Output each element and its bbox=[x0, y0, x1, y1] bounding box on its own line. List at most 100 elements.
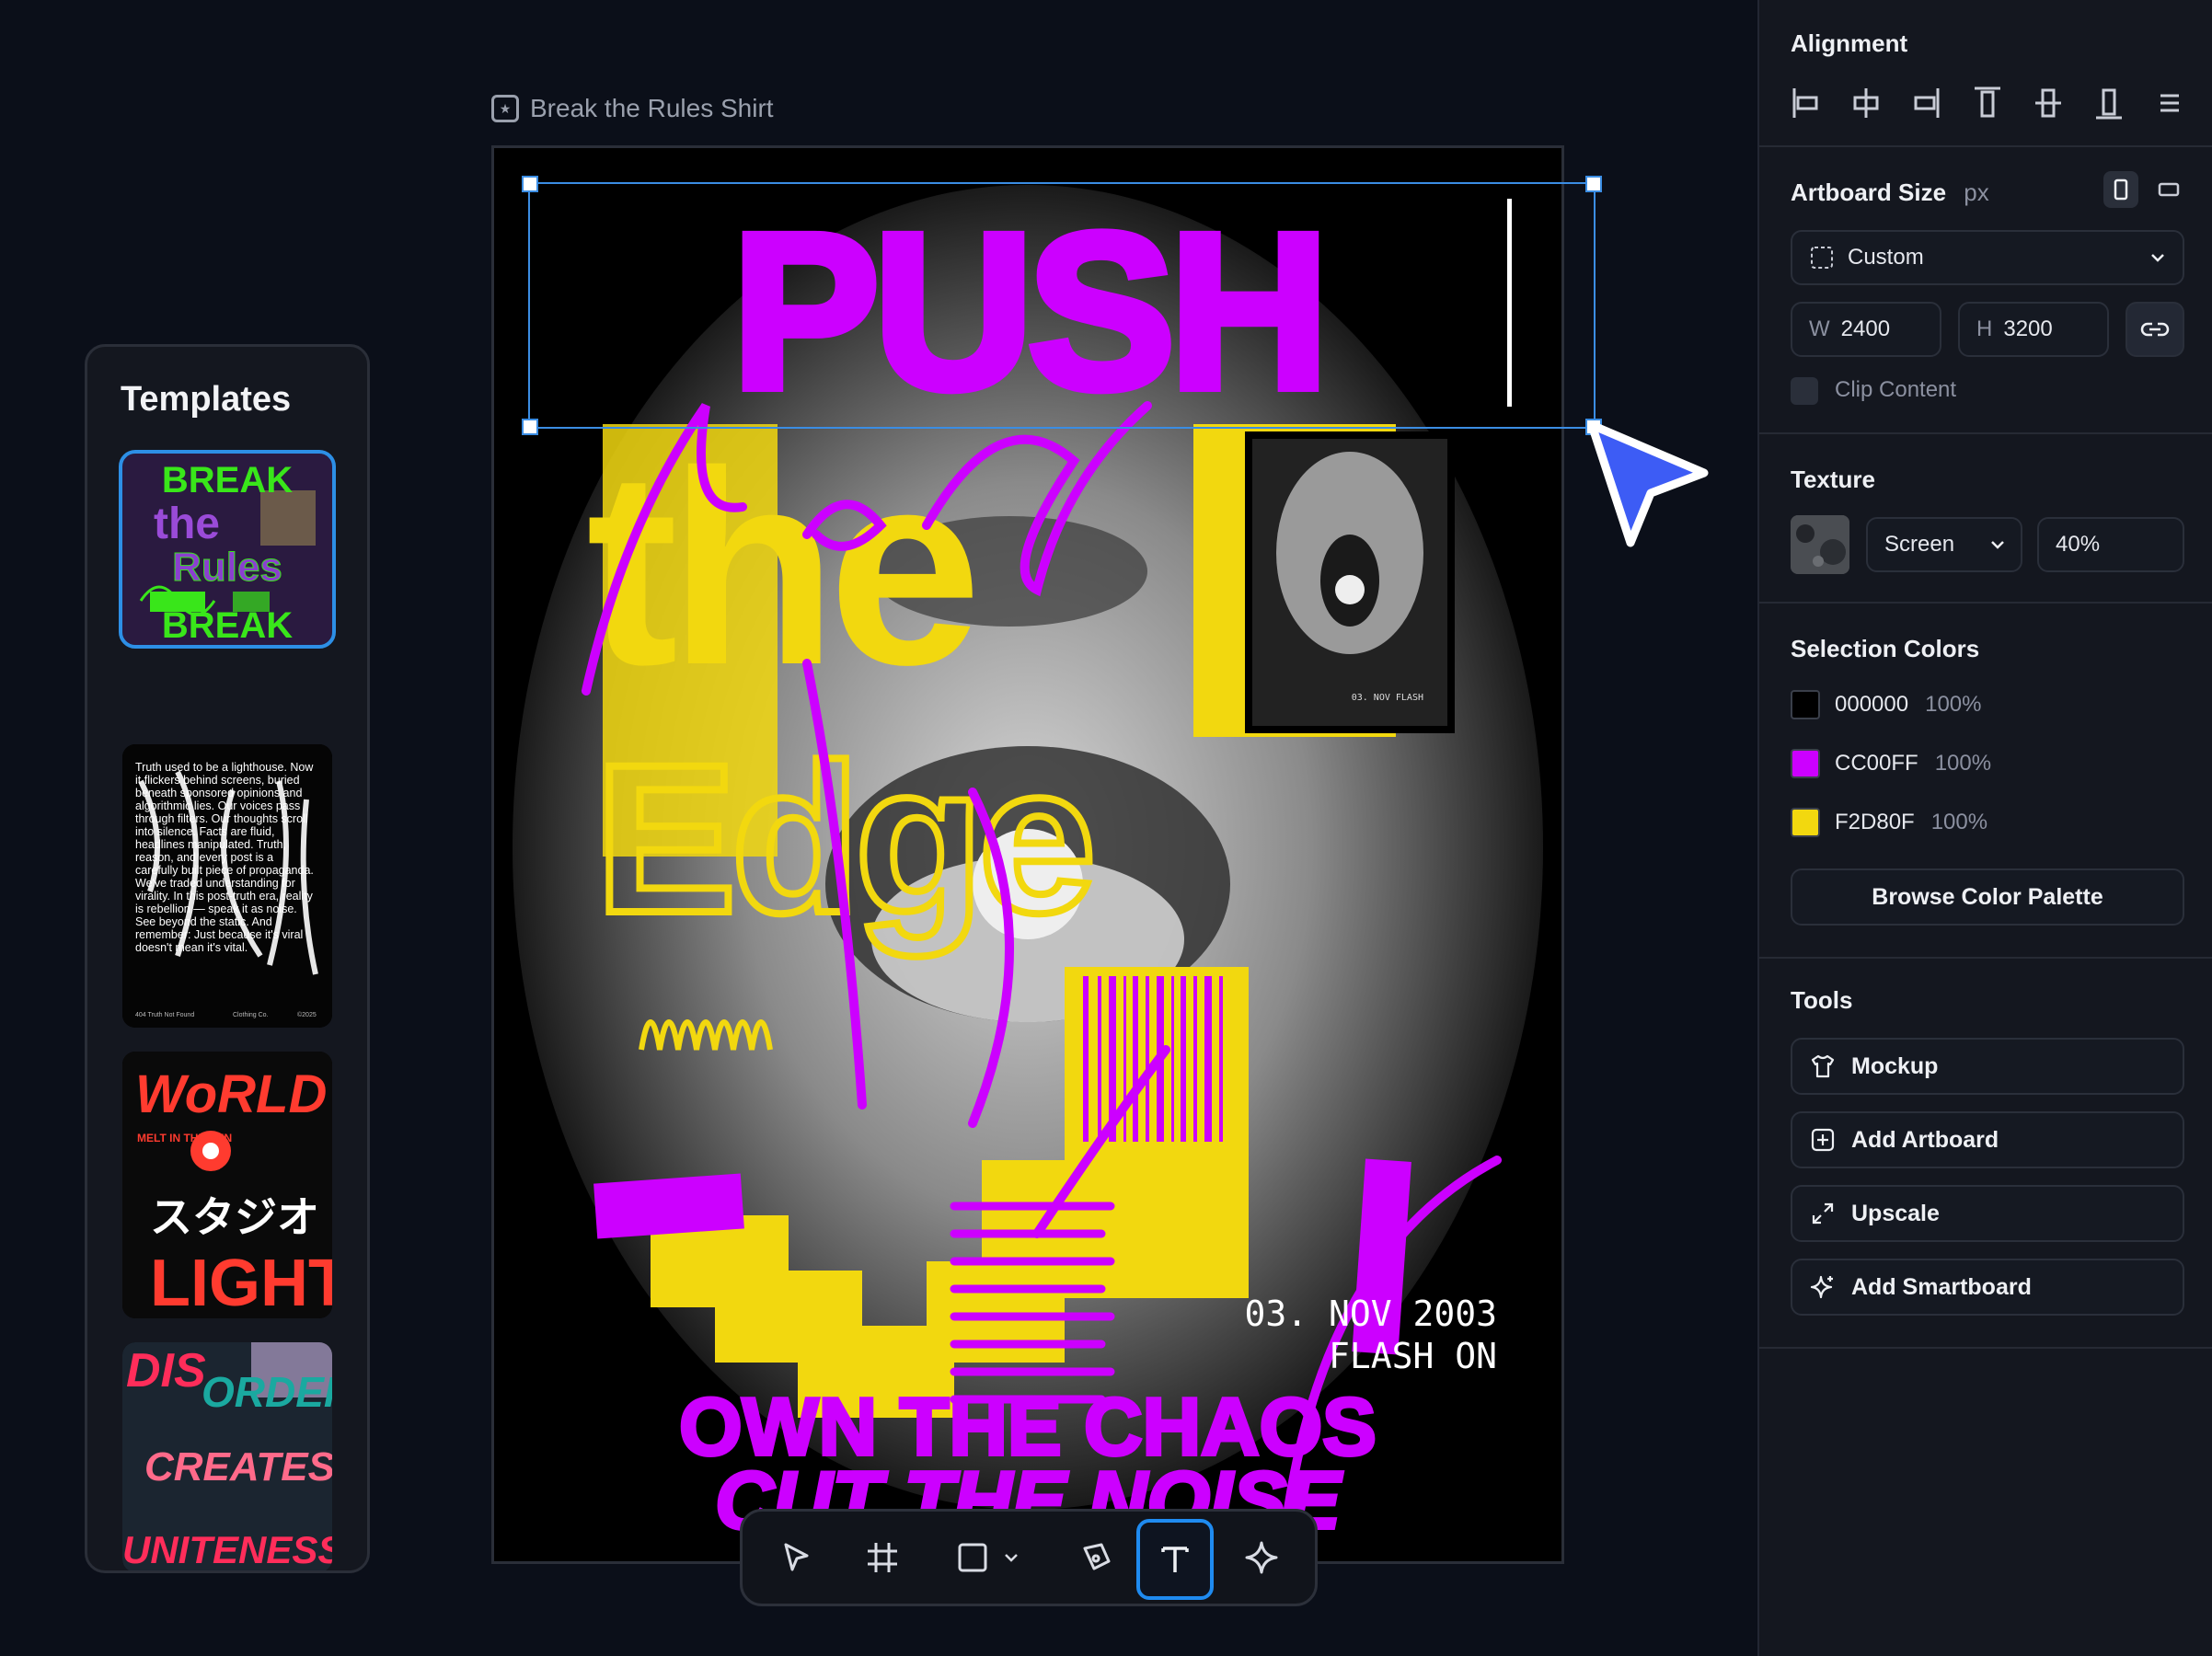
artboard-name: Break the Rules Shirt bbox=[530, 94, 774, 122]
dashed-frame-icon bbox=[1811, 247, 1833, 269]
align-bottom-icon[interactable] bbox=[2094, 85, 2124, 121]
texture-section: Texture Screen 40% bbox=[1759, 432, 2212, 604]
t2-footer-right: ©2025 bbox=[297, 1011, 317, 1018]
color-swatch-black[interactable] bbox=[1791, 690, 1820, 719]
width-field[interactable]: W 2400 bbox=[1791, 302, 1941, 357]
artboard-title[interactable]: ★ Break the Rules Shirt bbox=[491, 94, 774, 123]
color-swatch-yellow[interactable] bbox=[1791, 808, 1820, 837]
clip-content-label: Clip Content bbox=[1835, 377, 1957, 402]
alignment-title: Alignment bbox=[1791, 29, 1908, 57]
chevron-down-icon bbox=[1005, 1554, 1018, 1562]
t2-body: Truth used to be a lighthouse. Now it fl… bbox=[135, 761, 314, 954]
chevron-down-icon bbox=[2151, 254, 2164, 262]
color-row-3[interactable]: F2D80F 100% bbox=[1835, 810, 1987, 835]
t1-mid1: the bbox=[154, 500, 220, 548]
rectangle-icon bbox=[958, 1543, 987, 1572]
constrain-proportions-button[interactable] bbox=[2126, 302, 2184, 357]
mockup-button[interactable]: Mockup bbox=[1791, 1038, 2184, 1095]
pen-icon bbox=[1083, 1543, 1111, 1570]
distribute-icon[interactable] bbox=[2155, 88, 2184, 118]
align-horizontal-center-icon[interactable] bbox=[1851, 85, 1881, 121]
link-icon bbox=[2140, 322, 2170, 337]
blend-mode-select[interactable]: Screen bbox=[1866, 517, 2022, 572]
chevron-down-icon bbox=[1991, 541, 2004, 549]
orientation-portrait-button[interactable] bbox=[2103, 171, 2138, 208]
add-artboard-label: Add Artboard bbox=[1851, 1126, 1999, 1153]
color-hex-2: CC00FF bbox=[1835, 751, 1918, 776]
orientation-landscape-button[interactable] bbox=[2151, 171, 2186, 208]
blend-mode-value: Screen bbox=[1884, 532, 1955, 557]
texture-opacity-field[interactable]: 40% bbox=[2037, 517, 2184, 572]
text-icon bbox=[1161, 1547, 1189, 1572]
t4-l1: DIS bbox=[126, 1344, 206, 1397]
t2-footer-mid: Clothing Co. bbox=[233, 1012, 269, 1018]
resize-handle-tr[interactable] bbox=[1585, 176, 1602, 192]
tool-shape-dropdown[interactable] bbox=[993, 1523, 1030, 1593]
color-opacity-3: 100% bbox=[1930, 810, 1988, 834]
align-right-icon[interactable] bbox=[1912, 85, 1941, 121]
tool-pen[interactable] bbox=[1061, 1523, 1131, 1593]
width-label: W bbox=[1809, 316, 1830, 341]
t3-side: MELT IN THE SUN bbox=[137, 1132, 232, 1144]
t1-top: BREAK bbox=[162, 460, 293, 500]
align-left-icon[interactable] bbox=[1791, 85, 1820, 121]
color-swatch-purple[interactable] bbox=[1791, 749, 1820, 778]
template-1-art: BREAK the Rules BREAK bbox=[122, 454, 332, 645]
add-smartboard-button[interactable]: Add Smartboard bbox=[1791, 1259, 2184, 1316]
sparkle-icon bbox=[1245, 1541, 1278, 1574]
clip-content-checkbox[interactable] bbox=[1791, 377, 1818, 405]
shirt-icon bbox=[1811, 1054, 1835, 1078]
add-artboard-button[interactable]: Add Artboard bbox=[1791, 1111, 2184, 1168]
t3-jp: スタジオ bbox=[150, 1192, 319, 1242]
bottom-toolbar bbox=[740, 1509, 1318, 1606]
color-opacity-2: 100% bbox=[1934, 751, 1992, 776]
artboard-canvas[interactable]: 03. NOV FLASH PUSH the Edge 03. NOV 2003… bbox=[491, 145, 1564, 1564]
text-caret bbox=[1507, 199, 1512, 407]
texture-thumbnail[interactable] bbox=[1791, 515, 1849, 574]
browse-color-palette-button[interactable]: Browse Color Palette bbox=[1791, 868, 2184, 926]
portrait-icon bbox=[2114, 178, 2128, 201]
tools-section: Tools Mockup Add Artboard Upscale Add Sm… bbox=[1759, 957, 2212, 1349]
add-smartboard-label: Add Smartboard bbox=[1851, 1273, 2032, 1300]
tool-text[interactable] bbox=[1136, 1519, 1214, 1600]
tool-ai[interactable] bbox=[1227, 1523, 1296, 1593]
sparkle-icon bbox=[1810, 1275, 1833, 1299]
t4-l3: CREATES bbox=[144, 1444, 332, 1489]
t1-mid2: Rules bbox=[172, 545, 282, 590]
expand-arrows-icon bbox=[1812, 1202, 1834, 1225]
tool-select[interactable] bbox=[761, 1523, 831, 1593]
upscale-label: Upscale bbox=[1851, 1200, 1940, 1226]
t3-bottom: LIGHT bbox=[150, 1247, 332, 1318]
t2-footer-left: 404 Truth Not Found bbox=[135, 1012, 194, 1018]
poster-headline: PUSH bbox=[732, 188, 1324, 434]
landscape-icon bbox=[2158, 182, 2180, 197]
alignment-section: Alignment bbox=[1759, 0, 2212, 147]
artboard-size-label: Artboard Size bbox=[1791, 178, 1947, 206]
artboard-preset-select[interactable]: Custom bbox=[1791, 230, 2184, 285]
template-thumb-truth[interactable]: Truth used to be a lighthouse. Now it fl… bbox=[122, 744, 332, 1028]
texture-opacity-value: 40% bbox=[2056, 532, 2101, 557]
mockup-label: Mockup bbox=[1851, 1052, 1939, 1079]
unit-label: px bbox=[1964, 178, 1989, 206]
texture-preview-icon bbox=[1791, 515, 1849, 574]
color-hex-3: F2D80F bbox=[1835, 810, 1915, 834]
color-row-1[interactable]: 000000 100% bbox=[1835, 692, 1981, 718]
template-thumb-break-the-rules[interactable]: BREAK the Rules BREAK bbox=[119, 450, 336, 649]
t4-l4: UNITENESS bbox=[122, 1528, 332, 1571]
height-field[interactable]: H 3200 bbox=[1958, 302, 2109, 357]
color-row-2[interactable]: CC00FF 100% bbox=[1835, 751, 1991, 776]
template-thumb-disorder[interactable]: DIS ORDER CREATES UNITENESS bbox=[122, 1342, 332, 1571]
plus-square-icon bbox=[1811, 1128, 1835, 1152]
artboard-preset-value: Custom bbox=[1848, 245, 1924, 270]
frame-hash-icon bbox=[868, 1543, 897, 1572]
pointer-cursor-icon bbox=[1587, 420, 1709, 547]
selection-colors-title: Selection Colors bbox=[1791, 635, 1980, 662]
tool-frame[interactable] bbox=[847, 1523, 917, 1593]
upscale-button[interactable]: Upscale bbox=[1791, 1185, 2184, 1242]
artboard-size-title: Artboard Size px bbox=[1791, 178, 1989, 207]
template-thumb-world-light[interactable]: WoRLD MELT IN THE SUN スタジオ LIGHT bbox=[122, 1052, 332, 1318]
align-top-icon[interactable] bbox=[1973, 85, 2002, 121]
selection-colors-section: Selection Colors 000000 100% CC00FF 100% F… bbox=[1759, 602, 2212, 959]
align-vertical-center-icon[interactable] bbox=[2033, 85, 2063, 121]
color-opacity-1: 100% bbox=[1925, 692, 1982, 717]
